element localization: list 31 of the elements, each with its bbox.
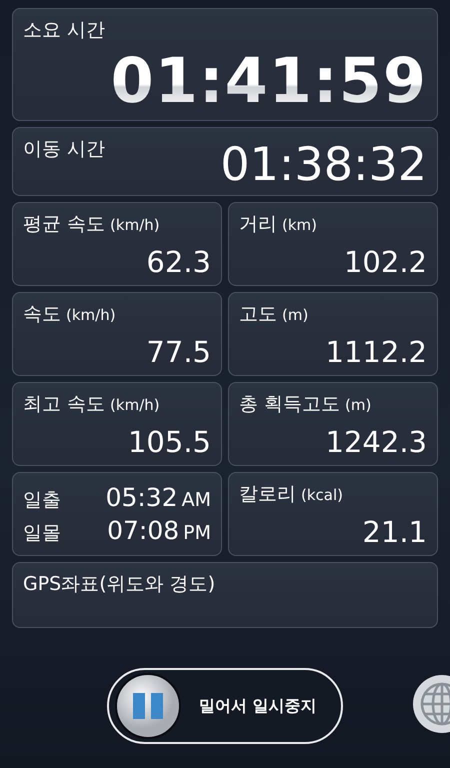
stat-label: 평균 속도 <box>23 212 106 238</box>
stat-unit: (km/h) <box>66 306 116 324</box>
gps-label: GPS좌표(위도와 경도) <box>23 573 216 596</box>
stat-unit: (km/h) <box>110 396 160 414</box>
sun-time: 07:08 PM <box>107 516 211 545</box>
stat-unit: (km/h) <box>110 216 160 234</box>
stat-unit: (kcal) <box>301 486 343 504</box>
moving-time-value: 01:38:32 <box>220 141 427 188</box>
stat-value: 102.2 <box>344 248 427 278</box>
stat-label: 거리 <box>239 212 277 238</box>
stat-unit: (m) <box>282 306 308 324</box>
stat-value: 21.1 <box>362 518 427 548</box>
pause-icon[interactable] <box>115 673 181 739</box>
stat-label: 고도 <box>239 302 277 328</box>
stat-unit: (m) <box>345 396 372 414</box>
stat-value: 77.5 <box>146 338 211 368</box>
moving-time-label: 이동 시간 <box>23 137 106 162</box>
pause-slider[interactable]: 밀어서 일시중지 <box>107 668 343 744</box>
stat-value: 62.3 <box>146 248 211 278</box>
stat-value: 105.5 <box>128 428 211 458</box>
sun-label: 일몰 <box>23 520 61 546</box>
stat-value: 1242.3 <box>326 428 427 458</box>
total-time-label: 소요 시간 <box>23 18 106 43</box>
stat-label: 총 획득고도 <box>239 392 340 418</box>
stat-label: 최고 속도 <box>23 392 106 418</box>
stat-label: 칼로리 <box>239 482 296 508</box>
sun-label: 일출 <box>23 488 61 513</box>
sun-time: 05:32 AM <box>106 482 211 512</box>
stat-label: 속도 <box>23 302 61 328</box>
stat-value: 1112.2 <box>326 338 427 368</box>
stat-unit: (km) <box>282 216 318 234</box>
